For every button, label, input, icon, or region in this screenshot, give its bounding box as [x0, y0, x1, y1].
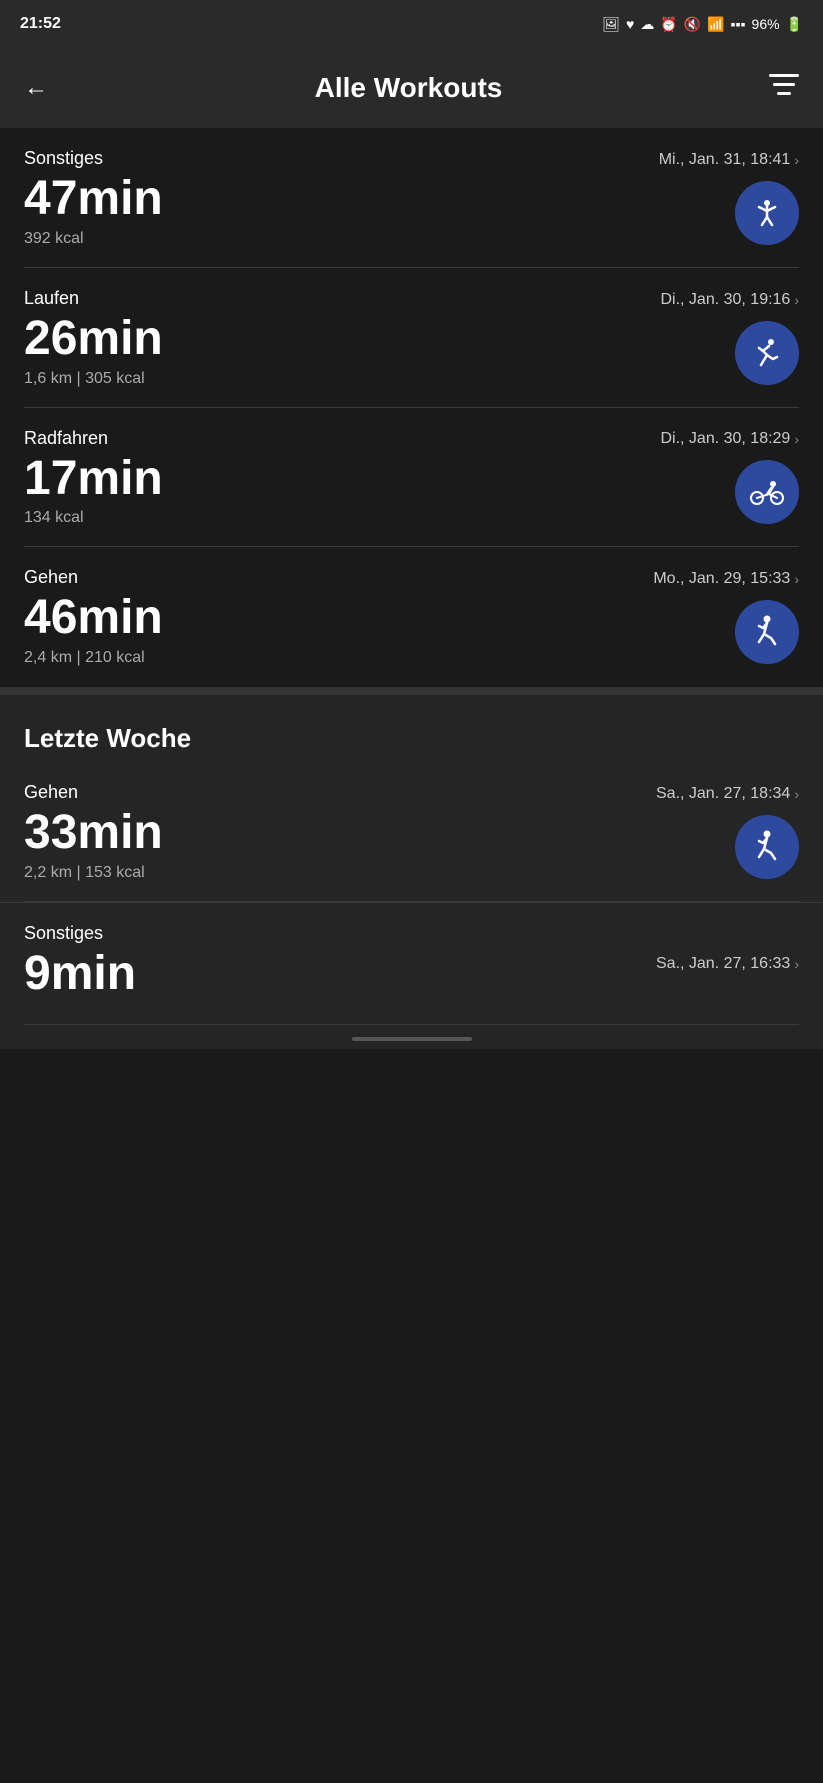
workout-item[interactable]: Laufen 26min 1,6 km | 305 kcal Di., Jan.… — [0, 268, 823, 408]
workout-duration: 33min — [24, 807, 656, 860]
app-header: ← Alle Workouts — [0, 48, 823, 128]
workout-date: Di., Jan. 30, 18:29 › — [660, 430, 799, 448]
chevron-right-icon: › — [794, 786, 799, 802]
chevron-right-icon: › — [794, 152, 799, 168]
chevron-right-icon: › — [794, 956, 799, 972]
chevron-right-icon: › — [794, 571, 799, 587]
mute-icon: 🔇 — [684, 16, 701, 33]
workout-icon — [735, 600, 799, 664]
cloud-icon: ☁ — [640, 16, 654, 33]
workout-type: Sonstiges — [24, 148, 659, 169]
workout-item[interactable]: Gehen 33min 2,2 km | 153 kcal Sa., Jan. … — [0, 762, 823, 902]
workout-type: Gehen — [24, 567, 653, 588]
workout-info: Radfahren 17min 134 kcal — [24, 428, 660, 528]
workout-date: Sa., Jan. 27, 18:34 › — [656, 785, 799, 803]
alarm-icon: ⏰ — [660, 16, 677, 33]
workout-duration: 17min — [24, 453, 660, 506]
workout-right: Mi., Jan. 31, 18:41 › — [659, 151, 799, 245]
battery-icon: 🔋 — [786, 16, 803, 33]
workout-duration: 47min — [24, 173, 659, 226]
back-button[interactable]: ← — [24, 74, 48, 102]
workout-item[interactable]: Sonstiges 47min 392 kcal Mi., Jan. 31, 1… — [0, 128, 823, 268]
workout-icon — [735, 321, 799, 385]
chevron-right-icon: › — [794, 292, 799, 308]
workout-item[interactable]: Radfahren 17min 134 kcal Di., Jan. 30, 1… — [0, 408, 823, 548]
workout-info: Gehen 33min 2,2 km | 153 kcal — [24, 782, 656, 882]
workout-info: Gehen 46min 2,4 km | 210 kcal — [24, 567, 653, 667]
workout-date: Sa., Jan. 27, 16:33 › — [656, 955, 799, 973]
this-week-section: Sonstiges 47min 392 kcal Mi., Jan. 31, 1… — [0, 128, 823, 687]
chevron-right-icon: › — [794, 431, 799, 447]
signal-icon: ▪▪▪ — [731, 16, 746, 32]
section-divider — [0, 687, 823, 695]
workout-item[interactable]: Gehen 46min 2,4 km | 210 kcal Mo., Jan. … — [0, 547, 823, 687]
photo-icon: 🖼 — [602, 16, 620, 33]
workout-info: Sonstiges 9min — [24, 923, 656, 1005]
workout-info: Sonstiges 47min 392 kcal — [24, 148, 659, 248]
workout-right: Di., Jan. 30, 18:29 › — [660, 430, 799, 524]
workout-details: 1,6 km | 305 kcal — [24, 370, 660, 388]
battery-percent: 96% — [752, 16, 780, 32]
workout-duration: 26min — [24, 313, 660, 366]
workout-info: Laufen 26min 1,6 km | 305 kcal — [24, 288, 660, 388]
workout-type: Gehen — [24, 782, 656, 803]
workout-details: 2,4 km | 210 kcal — [24, 649, 653, 667]
workout-right: Di., Jan. 30, 19:16 › — [660, 291, 799, 385]
workout-icon — [735, 460, 799, 524]
workout-details: 2,2 km | 153 kcal — [24, 864, 656, 882]
workout-details: 392 kcal — [24, 230, 659, 248]
workout-right: Mo., Jan. 29, 15:33 › — [653, 570, 799, 664]
status-bar: 21:52 🖼 ♥ ☁ ⏰ 🔇 📶 ▪▪▪ 96% 🔋 — [0, 0, 823, 48]
workout-duration: 9min — [24, 948, 656, 1001]
workout-duration: 46min — [24, 592, 653, 645]
workout-type: Radfahren — [24, 428, 660, 449]
workout-date: Mi., Jan. 31, 18:41 › — [659, 151, 799, 169]
last-week-section: Letzte Woche Gehen 33min 2,2 km | 153 kc… — [0, 695, 823, 1049]
workout-type: Laufen — [24, 288, 660, 309]
workout-icon — [735, 815, 799, 879]
workout-type: Sonstiges — [24, 923, 656, 944]
workout-date: Di., Jan. 30, 19:16 › — [660, 291, 799, 309]
page-title: Alle Workouts — [315, 72, 503, 104]
workout-right: Sa., Jan. 27, 16:33 › — [656, 955, 799, 973]
workout-icon — [735, 181, 799, 245]
heart-icon: ♥ — [626, 16, 634, 32]
section-title: Letzte Woche — [0, 695, 823, 762]
status-time: 21:52 — [20, 15, 61, 33]
workout-details: 134 kcal — [24, 509, 660, 527]
scroll-indicator — [352, 1037, 472, 1041]
workout-date: Mo., Jan. 29, 15:33 › — [653, 570, 799, 588]
status-icons: 🖼 ♥ ☁ ⏰ 🔇 📶 ▪▪▪ 96% 🔋 — [602, 16, 803, 33]
wifi-icon: 📶 — [707, 16, 724, 33]
workout-item[interactable]: Sonstiges 9min Sa., Jan. 27, 16:33 › — [0, 902, 823, 1025]
workout-right: Sa., Jan. 27, 18:34 › — [656, 785, 799, 879]
filter-button[interactable] — [769, 74, 799, 102]
